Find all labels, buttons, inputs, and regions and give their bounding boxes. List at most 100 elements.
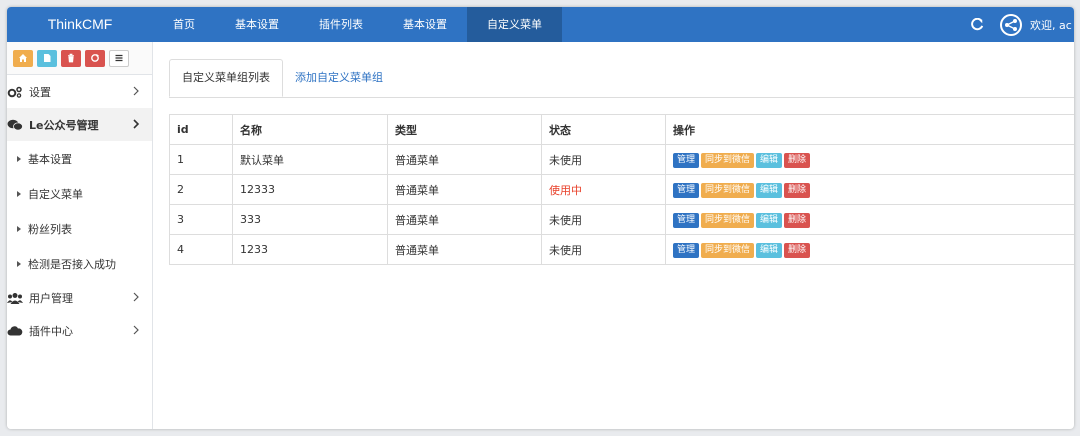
file-shortcut-button[interactable] — [37, 49, 57, 67]
edit-button[interactable]: 编辑 — [756, 242, 783, 258]
sidebar-item-label: 设置 — [29, 85, 51, 99]
nav-item-basic-settings[interactable]: 基本设置 — [215, 7, 299, 42]
sidebar-subitem-label: 基本设置 — [28, 152, 72, 166]
sidebar-subitem-label: 检测是否接入成功 — [28, 257, 116, 271]
recycle-icon — [91, 54, 99, 62]
caret-right-icon — [17, 190, 21, 197]
cell-type: 普通菜单 — [387, 144, 542, 175]
sidebar-item-label: 插件中心 — [29, 324, 73, 338]
trash-icon — [68, 53, 74, 63]
cell-type: 普通菜单 — [387, 174, 542, 205]
nav-item-basic-settings-2[interactable]: 基本设置 — [383, 7, 467, 42]
column-header-name: 名称 — [232, 114, 388, 145]
cell-id: 3 — [169, 204, 233, 235]
sidebar-item-label: 用户管理 — [29, 291, 73, 305]
cell-id: 4 — [169, 234, 233, 265]
trash-shortcut-button[interactable] — [61, 49, 81, 67]
sidebar-subitem-custom-menu[interactable]: 自定义菜单 — [7, 176, 152, 211]
tab-add-menu-group[interactable]: 添加自定义菜单组 — [283, 59, 395, 97]
cell-actions: 管理 同步到微信 编辑 删除 — [665, 204, 1074, 235]
welcome-text[interactable]: 欢迎, ac — [1030, 17, 1074, 33]
delete-button[interactable]: 删除 — [784, 242, 811, 258]
edit-button[interactable]: 编辑 — [756, 152, 783, 168]
manage-button[interactable]: 管理 — [673, 242, 700, 258]
edit-button[interactable]: 编辑 — [756, 182, 783, 198]
table-row: 3 333 普通菜单 未使用 管理 同步到微信 编辑 删除 — [169, 204, 1074, 235]
refresh-icon[interactable] — [970, 17, 984, 32]
column-header-actions: 操作 — [665, 114, 1074, 145]
sidebar-item-users[interactable]: 用户管理 — [7, 281, 152, 314]
brand-logo[interactable]: ThinkCMF — [7, 7, 153, 42]
wechat-icon — [7, 119, 23, 131]
cell-name: 12333 — [232, 174, 388, 205]
manage-button[interactable]: 管理 — [673, 212, 700, 228]
nav-item-home[interactable]: 首页 — [153, 7, 215, 42]
cell-status: 未使用 — [541, 144, 666, 175]
manage-button[interactable]: 管理 — [673, 152, 700, 168]
nav-item-plugin-list[interactable]: 插件列表 — [299, 7, 383, 42]
cell-actions: 管理 同步到微信 编辑 删除 — [665, 234, 1074, 265]
table-row: 2 12333 普通菜单 使用中 管理 同步到微信 编辑 删除 — [169, 174, 1074, 205]
caret-right-icon — [17, 225, 21, 232]
home-shortcut-button[interactable] — [13, 49, 33, 67]
column-header-status: 状态 — [541, 114, 666, 145]
caret-right-icon — [17, 260, 21, 267]
cell-actions: 管理 同步到微信 编辑 删除 — [665, 174, 1074, 205]
cell-type: 普通菜单 — [387, 204, 542, 235]
top-navbar: ThinkCMF 首页 基本设置 插件列表 基本设置 自定义菜单 欢迎, ac — [7, 7, 1074, 42]
file-icon — [44, 54, 51, 62]
sidebar-subitem-check-access[interactable]: 检测是否接入成功 — [7, 246, 152, 281]
gears-icon — [7, 86, 23, 98]
tab-bar: 自定义菜单组列表 添加自定义菜单组 — [169, 59, 1074, 98]
manage-button[interactable]: 管理 — [673, 182, 700, 198]
main-content: 自定义菜单组列表 添加自定义菜单组 id 名称 类型 状态 操作 1 默认菜单 … — [169, 42, 1074, 429]
delete-button[interactable]: 删除 — [784, 152, 811, 168]
chevron-right-icon — [133, 292, 139, 302]
sidebar: 设置 Le公众号管理 基本设置 自定义菜单 粉丝列表 检测是否接入成功 用户管理… — [7, 42, 153, 429]
table-row: 4 1233 普通菜单 未使用 管理 同步到微信 编辑 删除 — [169, 234, 1074, 265]
cell-name: 1233 — [232, 234, 388, 265]
tab-menu-group-list[interactable]: 自定义菜单组列表 — [169, 59, 283, 97]
shortcut-bar — [7, 42, 152, 75]
home-icon — [19, 54, 27, 62]
app-window: ThinkCMF 首页 基本设置 插件列表 基本设置 自定义菜单 欢迎, ac — [7, 7, 1074, 429]
users-icon — [7, 292, 23, 304]
menu-group-table: id 名称 类型 状态 操作 1 默认菜单 普通菜单 未使用 管理 同步到微信 编辑… — [169, 114, 1074, 265]
sidebar-item-wechat[interactable]: Le公众号管理 — [7, 108, 152, 141]
delete-button[interactable]: 删除 — [784, 182, 811, 198]
cloud-icon — [7, 325, 23, 337]
sync-wechat-button[interactable]: 同步到微信 — [701, 182, 755, 198]
cell-type: 普通菜单 — [387, 234, 542, 265]
sidebar-item-plugins[interactable]: 插件中心 — [7, 314, 152, 347]
delete-button[interactable]: 删除 — [784, 212, 811, 228]
chevron-right-icon — [133, 119, 140, 129]
list-icon — [115, 54, 123, 62]
cell-name: 333 — [232, 204, 388, 235]
sidebar-subitem-fans-list[interactable]: 粉丝列表 — [7, 211, 152, 246]
recycle-shortcut-button[interactable] — [85, 49, 105, 67]
sync-wechat-button[interactable]: 同步到微信 — [701, 242, 755, 258]
table-header-row: id 名称 类型 状态 操作 — [169, 114, 1074, 145]
chevron-right-icon — [133, 86, 139, 96]
sidebar-item-label: Le公众号管理 — [29, 118, 99, 132]
nav-item-custom-menu[interactable]: 自定义菜单 — [467, 7, 562, 42]
sync-wechat-button[interactable]: 同步到微信 — [701, 212, 755, 228]
table-row: 1 默认菜单 普通菜单 未使用 管理 同步到微信 编辑 删除 — [169, 144, 1074, 175]
main-nav: 首页 基本设置 插件列表 基本设置 自定义菜单 — [153, 7, 562, 42]
cell-status: 未使用 — [541, 234, 666, 265]
sidebar-subitem-label: 粉丝列表 — [28, 222, 72, 236]
cell-id: 1 — [169, 144, 233, 175]
sidebar-subitem-label: 自定义菜单 — [28, 187, 83, 201]
sidebar-subitem-basic-settings[interactable]: 基本设置 — [7, 141, 152, 176]
avatar[interactable] — [1000, 13, 1022, 36]
cell-status: 使用中 — [541, 174, 666, 205]
cell-status: 未使用 — [541, 204, 666, 235]
user-area: 欢迎, ac — [970, 7, 1074, 42]
cell-actions: 管理 同步到微信 编辑 删除 — [665, 144, 1074, 175]
sidebar-item-settings[interactable]: 设置 — [7, 75, 152, 108]
share-icon — [1005, 18, 1017, 31]
edit-button[interactable]: 编辑 — [756, 212, 783, 228]
sync-wechat-button[interactable]: 同步到微信 — [701, 152, 755, 168]
list-shortcut-button[interactable] — [109, 49, 129, 67]
column-header-type: 类型 — [387, 114, 542, 145]
